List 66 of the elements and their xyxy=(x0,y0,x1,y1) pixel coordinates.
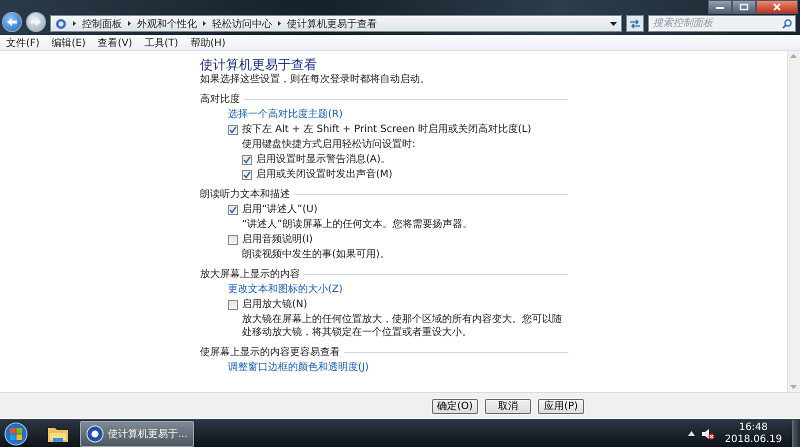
show-hidden-icons-icon[interactable] xyxy=(688,431,695,436)
menu-item[interactable]: 查看(V) xyxy=(98,36,132,50)
forward-button[interactable] xyxy=(26,12,46,32)
link[interactable]: 选择一个高对比度主题(R) xyxy=(228,107,343,122)
close-icon xyxy=(772,3,782,11)
clock-time: 16:48 xyxy=(738,422,768,434)
dialog-button[interactable]: 应用(P) xyxy=(538,398,584,414)
right-arrow-icon xyxy=(30,17,42,27)
minimize-button[interactable] xyxy=(708,0,732,14)
left-arrow-icon xyxy=(6,17,18,27)
checkbox[interactable] xyxy=(242,154,252,164)
breadcrumb-item[interactable]: 使计算机更易于查看 xyxy=(287,16,377,30)
checkbox-label[interactable]: 启用音频说明(I) xyxy=(242,232,313,247)
section-heading: 高对比度 xyxy=(200,92,240,107)
section-heading: 放大屏幕上显示的内容 xyxy=(200,268,300,282)
checkbox[interactable] xyxy=(228,124,238,134)
checkbox-label[interactable]: 按下左 Alt + 左 Shift + Print Screen 时启用或关闭高对比度(L) xyxy=(242,122,532,137)
maximize-icon xyxy=(739,3,749,11)
clock-date: 2018.06.19 xyxy=(724,434,782,446)
menu-item[interactable]: 帮助(H) xyxy=(190,36,226,50)
refresh-button[interactable] xyxy=(626,15,644,32)
dropdown-icon[interactable] xyxy=(610,22,617,26)
checkbox[interactable] xyxy=(242,170,252,180)
menu-item[interactable]: 编辑(E) xyxy=(52,36,86,50)
description-text: “讲述人”朗读屏幕上的任何文本。您将需要扬声器。 xyxy=(242,218,474,232)
dialog-button[interactable]: 确定(O) xyxy=(432,398,478,414)
maximize-button[interactable] xyxy=(732,0,756,14)
description-text: 使用键盘快捷方式启用轻松访问设置时: xyxy=(242,138,416,152)
speaker-icon[interactable] xyxy=(700,428,715,440)
checkbox[interactable] xyxy=(228,204,238,214)
start-button[interactable] xyxy=(2,420,30,446)
page-subtitle: 如果选择这些设置，则在每次登录时都将自动启动。 xyxy=(200,73,431,87)
section-heading: 朗读听力文本和描述 xyxy=(200,188,290,202)
checkbox-label[interactable]: 启用“讲述人”(U) xyxy=(242,202,318,217)
chevron-icon xyxy=(127,20,132,27)
breadcrumb-item[interactable]: 轻松访问中心 xyxy=(212,16,272,30)
refresh-icon xyxy=(629,18,641,28)
description-text: 朗读视频中发生的事(如果可用)。 xyxy=(242,248,391,262)
checkbox-label[interactable]: 启用或关闭设置时发出声音(M) xyxy=(256,167,392,182)
link[interactable]: 调整窗口边框的颜色和透明度(J) xyxy=(228,360,369,375)
control-panel-icon xyxy=(55,18,67,30)
link[interactable]: 更改文本和图标的大小(Z) xyxy=(228,282,343,297)
dialog-button[interactable]: 取消 xyxy=(485,398,531,414)
checkbox-label[interactable]: 启用设置时显示警告消息(A)。 xyxy=(256,152,391,167)
description-text: 放大镜在屏幕上的任何位置放大，使那个区域的所有内容变大。您可以随处移动放大镜，将其锁定在一个位置或者重设大小。 xyxy=(242,312,563,340)
taskbar-button[interactable]: 使计算机更易于... xyxy=(80,420,194,446)
minimize-icon xyxy=(715,4,725,10)
search-icon[interactable] xyxy=(782,19,792,29)
checkbox-label[interactable]: 启用放大镜(N) xyxy=(242,297,308,312)
menu-item[interactable]: 文件(F) xyxy=(6,36,40,50)
page-title: 使计算机更易于查看 xyxy=(200,58,318,73)
app-icon xyxy=(86,424,104,442)
chevron-icon xyxy=(202,20,207,27)
show-desktop-button[interactable] xyxy=(792,420,800,447)
breadcrumb-item[interactable]: 控制面板 xyxy=(82,16,122,30)
checkbox[interactable] xyxy=(228,300,238,310)
close-button[interactable] xyxy=(756,0,798,14)
checkbox[interactable] xyxy=(228,234,238,244)
address-bar[interactable]: 控制面板 外观和个性化 轻松访问中心 使计算机更易于查看 xyxy=(50,15,622,32)
chevron-icon xyxy=(277,20,282,27)
back-button[interactable] xyxy=(2,12,22,32)
menu-item[interactable]: 工具(T) xyxy=(144,36,178,50)
breadcrumb-item[interactable]: 外观和个性化 xyxy=(137,16,197,30)
search-field[interactable]: 搜索控制面板 xyxy=(648,15,796,32)
chevron-icon xyxy=(72,20,77,27)
section-heading: 使屏幕上显示的内容更容易查看 xyxy=(200,346,340,360)
